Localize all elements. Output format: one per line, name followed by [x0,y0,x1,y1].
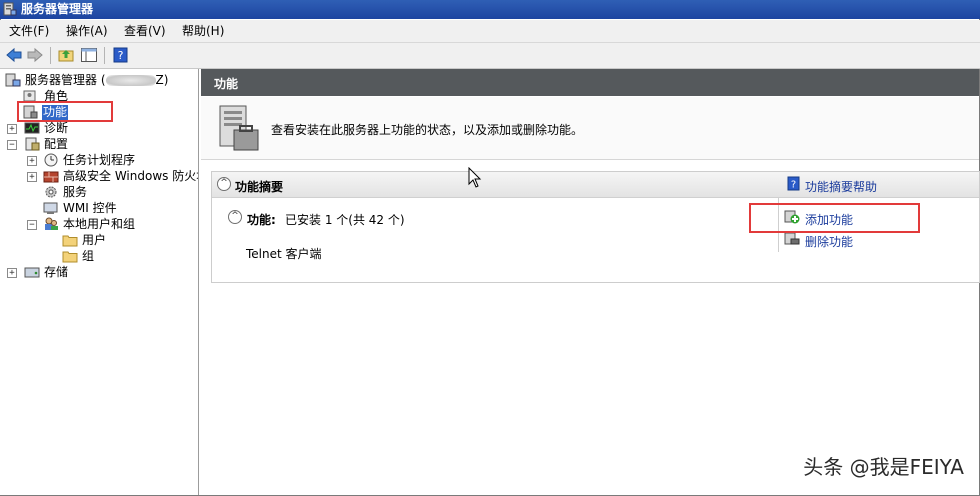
summary-help-link[interactable]: 功能摘要帮助 [805,178,877,195]
storage-icon [24,267,40,278]
folder-icon [62,235,78,247]
remove-feature-link[interactable]: 删除功能 [805,233,853,250]
tree-root-label: 服务器管理器 (Z) [25,73,169,87]
pane-title: 功能 [214,77,239,91]
up-folder-icon[interactable] [57,47,75,63]
collapse-icon[interactable]: − [27,220,37,230]
installed-feature-item: Telnet 客户端 [246,247,322,261]
navigation-tree: 服务器管理器 (Z) 角色 功能 + 诊断 − 配置 + 任务计划程序 + 高级… [0,69,199,495]
content-pane: 功能 查看安装在此服务器上功能的状态，以及添加或删除功能。 ^ 功能摘要 ? 功… [201,69,980,495]
svg-text:?: ? [791,180,796,191]
expand-icon[interactable]: + [27,156,37,166]
mouse-cursor-icon [468,167,482,188]
configuration-icon [25,137,40,151]
summary-header: ^ 功能摘要 ? 功能摘要帮助 [212,172,979,198]
summary-title: 功能摘要 [235,180,284,194]
gear-icon [45,186,57,198]
collapse-icon[interactable]: − [7,140,17,150]
server-feature-icon [219,105,259,151]
diagnostics-icon [24,122,40,134]
server-manager-icon [3,2,17,16]
title-bar: 服务器管理器 [0,0,980,19]
server-icon [5,73,21,87]
highlight-box-features [17,101,113,122]
expand-icon[interactable]: + [27,172,37,182]
menu-bar: 文件(F) 操作(A) 查看(V) 帮助(H) [0,20,980,43]
menu-file[interactable]: 文件(F) [9,24,49,38]
pane-description: 查看安装在此服务器上功能的状态，以及添加或删除功能。 [271,123,584,137]
window-title: 服务器管理器 [21,2,94,16]
menu-action[interactable]: 操作(A) [66,24,108,38]
firewall-icon [43,171,59,183]
intro-section: 查看安装在此服务器上功能的状态，以及添加或删除功能。 [201,97,979,160]
collapse-features-icon[interactable]: ^ [228,210,242,224]
redacted-server-name [105,75,156,86]
wmi-control-icon [43,202,58,214]
features-label: 功能: [247,213,276,227]
back-arrow-icon[interactable] [5,47,23,63]
features-status: 已安装 1 个(共 42 个) [285,213,405,227]
users-icon [45,217,58,230]
expand-icon[interactable]: + [7,124,17,134]
help-icon[interactable]: ? [112,47,130,63]
remove-feature-icon [784,232,800,245]
forward-arrow-icon[interactable] [26,47,44,63]
pane-header: 功能 [201,69,979,96]
expand-icon[interactable]: + [7,268,17,278]
menu-view[interactable]: 查看(V) [124,24,166,38]
toolbar-separator [50,47,51,64]
help-icon: ? [787,176,800,191]
show-hide-tree-icon[interactable] [80,47,98,63]
clock-icon [44,153,58,167]
menu-help[interactable]: 帮助(H) [182,24,224,38]
collapse-summary-icon[interactable]: ^ [217,177,231,191]
toolbar: ? [0,43,980,69]
svg-text:?: ? [118,49,124,62]
watermark: 头条 @我是FEIYA [803,455,964,479]
toolbar-separator [104,47,105,64]
folder-icon [62,251,78,263]
highlight-box-add-feature [749,203,920,233]
